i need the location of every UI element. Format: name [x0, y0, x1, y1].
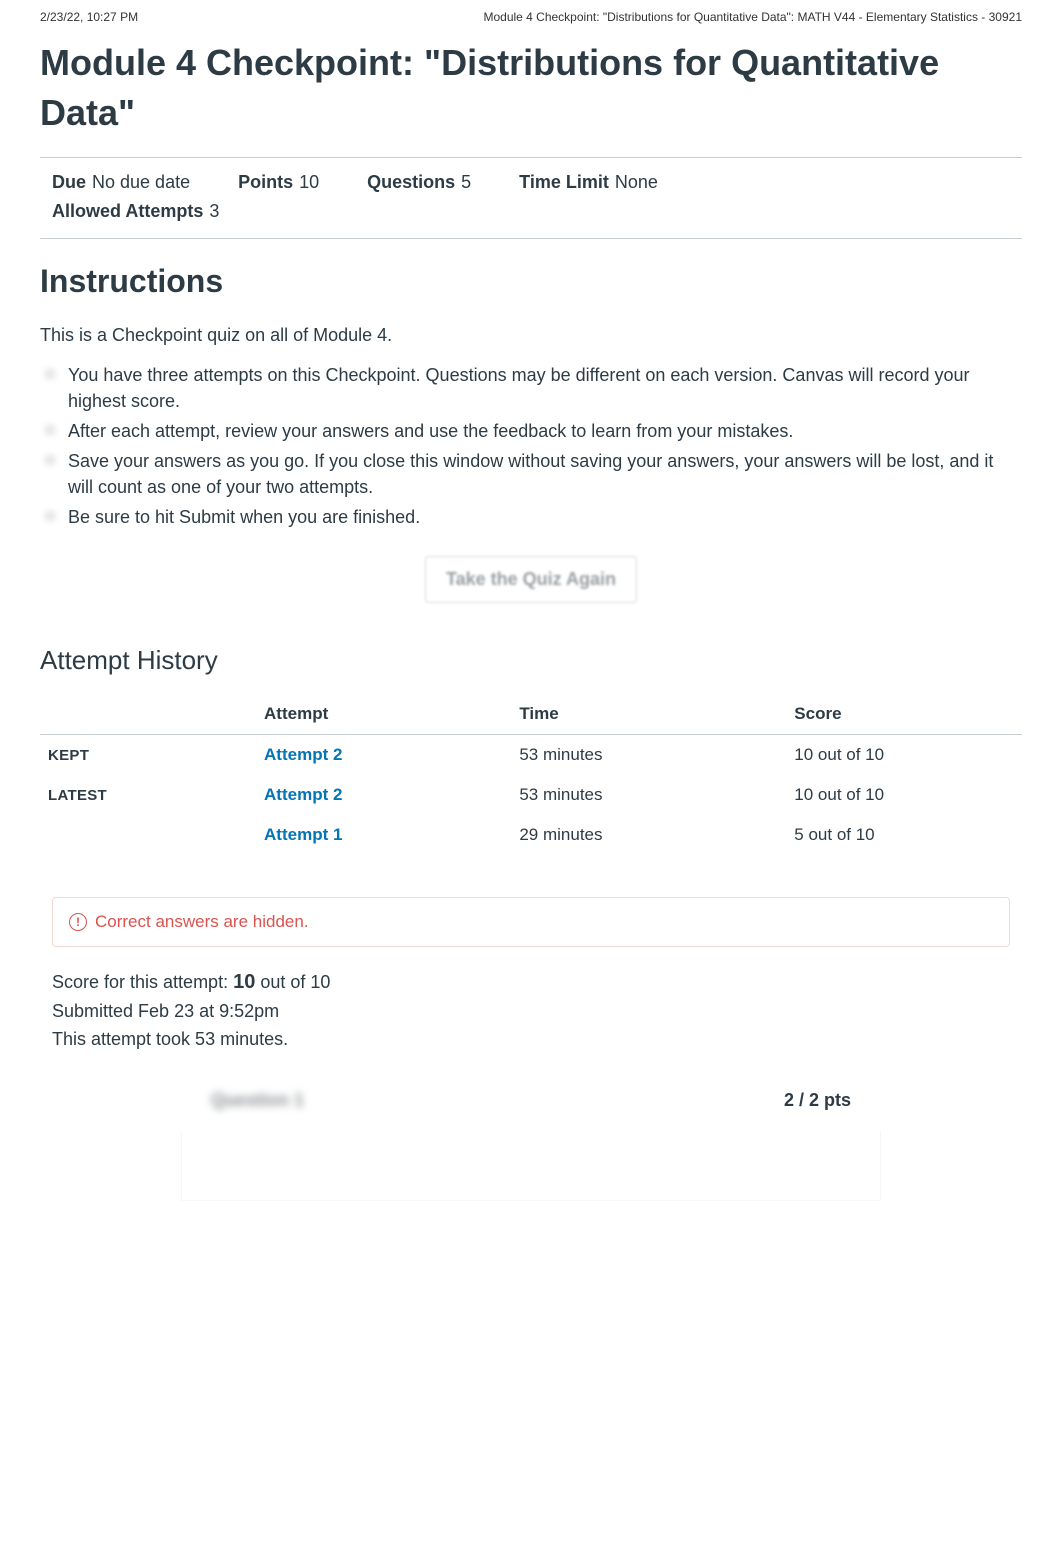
- print-timestamp: 2/23/22, 10:27 PM: [40, 10, 138, 24]
- row-score: 10 out of 10: [786, 775, 1022, 815]
- question-header: Question 1 2 / 2 pts: [181, 1084, 881, 1117]
- meta-questions-value: 5: [461, 172, 471, 192]
- question-body-placeholder: [181, 1131, 881, 1201]
- row-time: 29 minutes: [511, 815, 786, 855]
- col-time: Time: [511, 694, 786, 735]
- meta-points-label: Points: [238, 172, 293, 192]
- instructions-intro: This is a Checkpoint quiz on all of Modu…: [40, 322, 1022, 348]
- row-label: [40, 815, 256, 855]
- quiz-meta-bar: Due No due date Points 10 Questions 5 Time …: [40, 157, 1022, 239]
- table-header-row: Attempt Time Score: [40, 694, 1022, 735]
- meta-time-limit: Time Limit None: [519, 172, 658, 193]
- attempt-link[interactable]: Attempt 1: [264, 825, 342, 844]
- meta-allowed-value: 3: [209, 201, 219, 221]
- row-label: LATEST: [40, 775, 256, 815]
- print-header: 2/23/22, 10:27 PM Module 4 Checkpoint: "…: [40, 0, 1022, 32]
- instructions-item: After each attempt, review your answers …: [40, 418, 1022, 444]
- question-points: 2 / 2 pts: [784, 1090, 851, 1111]
- table-row: KEPT Attempt 2 53 minutes 10 out of 10: [40, 735, 1022, 776]
- instructions-list: You have three attempts on this Checkpoi…: [40, 362, 1022, 531]
- page-title: Module 4 Checkpoint: "Distributions for …: [40, 38, 1022, 139]
- row-time: 53 minutes: [511, 735, 786, 776]
- col-score: Score: [786, 694, 1022, 735]
- meta-due-value: No due date: [92, 172, 190, 192]
- meta-time-limit-label: Time Limit: [519, 172, 609, 192]
- meta-questions: Questions 5: [367, 172, 471, 193]
- instructions-item: Save your answers as you go. If you clos…: [40, 448, 1022, 500]
- row-time: 53 minutes: [511, 775, 786, 815]
- instructions-item: Be sure to hit Submit when you are finis…: [40, 504, 1022, 530]
- submitted-line: Submitted Feb 23 at 9:52pm: [52, 998, 1010, 1026]
- col-attempt: Attempt: [256, 694, 511, 735]
- correct-answers-hidden-alert: ! Correct answers are hidden.: [52, 897, 1010, 947]
- meta-allowed-label: Allowed Attempts: [52, 201, 203, 221]
- table-row: LATEST Attempt 2 53 minutes 10 out of 10: [40, 775, 1022, 815]
- meta-allowed-attempts: Allowed Attempts 3: [52, 201, 1010, 222]
- meta-questions-label: Questions: [367, 172, 455, 192]
- instructions-heading: Instructions: [40, 263, 1022, 300]
- attempt-history-table: Attempt Time Score KEPT Attempt 2 53 min…: [40, 694, 1022, 855]
- question-label: Question 1: [211, 1090, 304, 1111]
- attempt-link[interactable]: Attempt 2: [264, 745, 342, 764]
- attempt-summary: Score for this attempt: 10 out of 10 Sub…: [52, 967, 1010, 1054]
- meta-due: Due No due date: [52, 172, 190, 193]
- duration-line: This attempt took 53 minutes.: [52, 1026, 1010, 1054]
- row-score: 5 out of 10: [786, 815, 1022, 855]
- attempt-history-heading: Attempt History: [40, 645, 1022, 676]
- meta-due-label: Due: [52, 172, 86, 192]
- warning-icon: !: [69, 913, 87, 931]
- instructions-item: You have three attempts on this Checkpoi…: [40, 362, 1022, 414]
- score-line: Score for this attempt: 10 out of 10: [52, 967, 1010, 998]
- print-doc-title: Module 4 Checkpoint: "Distributions for …: [483, 10, 1022, 24]
- row-label: KEPT: [40, 735, 256, 776]
- table-row: Attempt 1 29 minutes 5 out of 10: [40, 815, 1022, 855]
- alert-text: Correct answers are hidden.: [95, 912, 309, 932]
- attempt-link[interactable]: Attempt 2: [264, 785, 342, 804]
- meta-points-value: 10: [299, 172, 319, 192]
- col-blank: [40, 694, 256, 735]
- meta-points: Points 10: [238, 172, 319, 193]
- meta-time-limit-value: None: [615, 172, 658, 192]
- take-quiz-again-button[interactable]: Take the Quiz Again: [425, 556, 637, 603]
- score-value: 10: [233, 971, 255, 993]
- row-score: 10 out of 10: [786, 735, 1022, 776]
